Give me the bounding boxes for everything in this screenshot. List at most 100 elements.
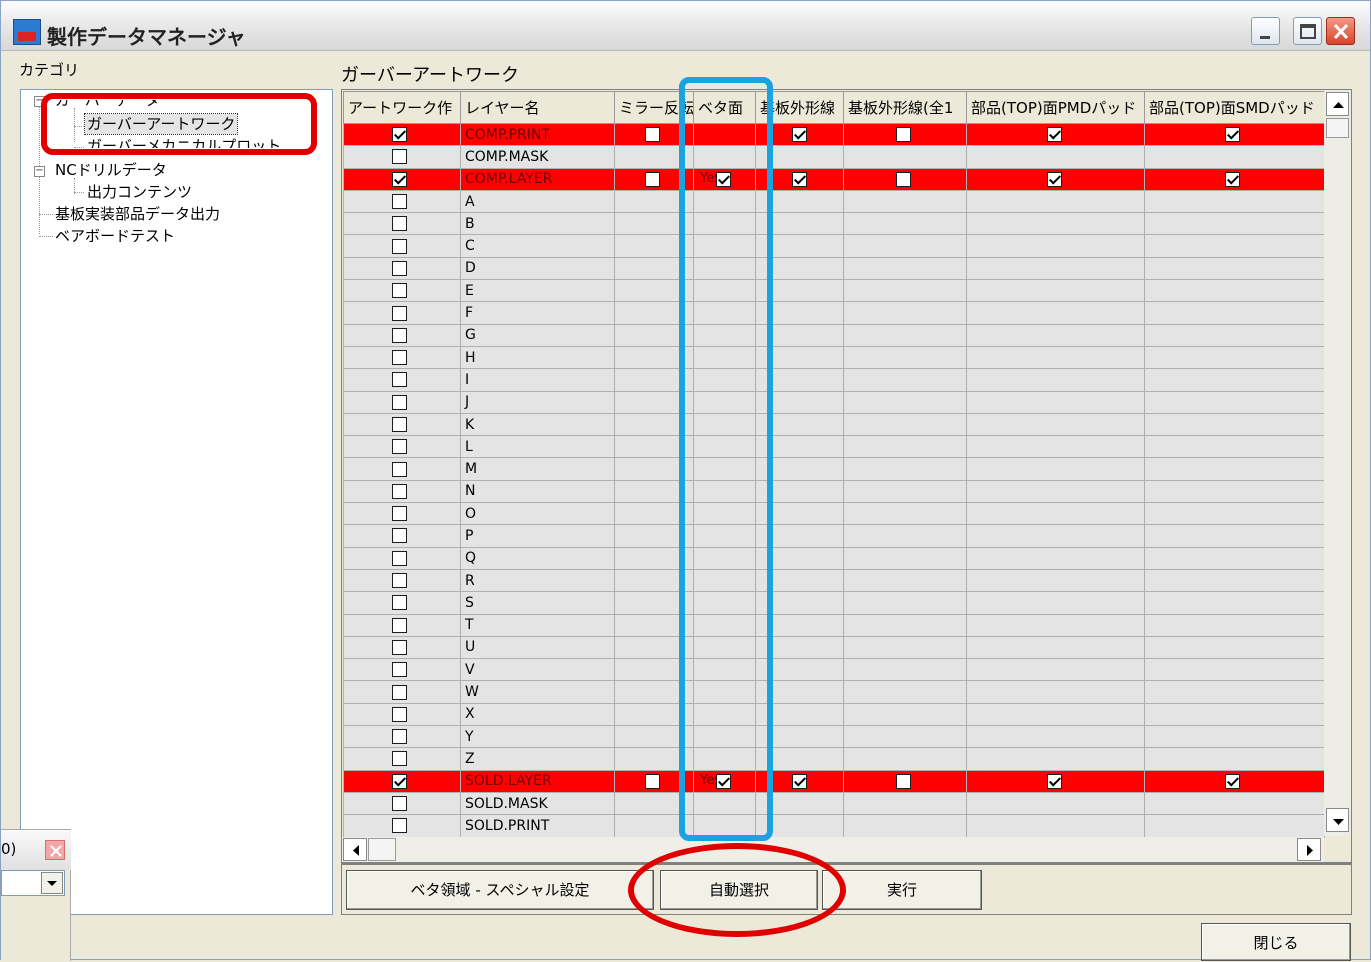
artwork-cell[interactable] [343,279,461,303]
checkbox[interactable] [716,171,731,187]
checkbox[interactable] [792,127,807,143]
artwork-cell[interactable] [343,747,461,771]
checkbox[interactable] [792,171,807,187]
outline-all-cell[interactable] [843,122,967,147]
tree-item-gerber-data[interactable]: ガーバーデータ [55,100,160,110]
artwork-cell[interactable] [343,479,461,504]
table-row[interactable]: Z [343,747,1325,771]
table-row[interactable]: G [343,323,1325,347]
column-header[interactable]: 部品(TOP)面SMDパッド [1144,91,1325,124]
table-row[interactable]: E [343,279,1325,303]
table-row[interactable]: T [343,613,1325,637]
collapse-icon[interactable]: − [34,166,45,177]
outline-all-cell[interactable] [843,769,967,793]
layer-grid[interactable]: アートワーク作 レイヤー名 ミラー反転 ベタ面 基板外形線 基板外形線(全1 部… [343,91,1325,838]
table-row[interactable]: W [343,680,1325,704]
table-row[interactable]: U [343,635,1325,660]
checkbox[interactable] [392,483,407,499]
artwork-cell[interactable] [343,791,461,816]
checkbox[interactable] [392,327,407,343]
table-row[interactable]: O [343,502,1325,526]
scroll-up-button[interactable] [1326,92,1349,116]
column-header[interactable]: ミラー反転 [614,91,694,124]
checkbox[interactable] [1225,773,1240,789]
column-header[interactable]: ベタ面 [693,91,756,124]
checkbox[interactable] [392,149,407,165]
beta-cell[interactable]: Yes [693,167,756,191]
top-pmd-pad-cell[interactable] [966,122,1145,147]
scroll-right-button[interactable] [1297,838,1321,861]
scroll-thumb[interactable] [368,838,396,861]
table-row[interactable]: F [343,301,1325,325]
artwork-cell[interactable] [343,680,461,704]
checkbox[interactable] [896,773,911,789]
table-row[interactable]: L [343,435,1325,459]
table-row[interactable]: V [343,658,1325,682]
checkbox[interactable] [392,550,407,566]
artwork-cell[interactable] [343,725,461,749]
checkbox[interactable] [645,127,660,143]
checkbox[interactable] [392,573,407,589]
artwork-cell[interactable] [343,524,461,548]
table-row[interactable]: COMP.MASK [343,145,1325,169]
table-row[interactable]: SOLD.LAYER Yes [343,769,1325,793]
checkbox[interactable] [392,260,407,276]
tree-item-gerber-mechanical-plot[interactable]: ガーバーメカニカルプロット [87,136,281,148]
outline-all-cell[interactable] [843,167,967,191]
vertical-scrollbar[interactable] [1324,90,1351,836]
maximize-button[interactable] [1293,17,1322,45]
artwork-cell[interactable] [343,457,461,481]
outline-cell[interactable] [755,769,844,793]
artwork-cell[interactable] [343,435,461,459]
tree-item-board-assembly-data[interactable]: 基板実装部品データ出力 [55,204,220,224]
tree-item-nc-drill[interactable]: NCドリルデータ [55,160,167,180]
artwork-cell[interactable] [343,658,461,682]
checkbox[interactable] [645,773,660,789]
checkbox[interactable] [392,662,407,678]
artwork-cell[interactable] [343,546,461,570]
checkbox[interactable] [1225,127,1240,143]
collapse-icon[interactable]: − [34,96,45,107]
checkbox[interactable] [1047,127,1062,143]
table-row[interactable]: D [343,256,1325,281]
table-row[interactable]: SOLD.PRINT [343,814,1325,838]
close-button[interactable]: 閉じる [1201,923,1351,961]
artwork-cell[interactable] [343,256,461,281]
table-row[interactable]: X [343,702,1325,727]
table-row[interactable]: C [343,234,1325,258]
artwork-cell[interactable] [343,301,461,325]
checkbox[interactable] [716,773,731,789]
checkbox[interactable] [392,350,407,366]
beta-cell[interactable] [693,122,756,147]
checkbox[interactable] [392,305,407,321]
checkbox[interactable] [392,171,407,187]
execute-button[interactable]: 実行 [822,870,982,910]
checkbox[interactable] [392,773,407,789]
artwork-cell[interactable] [343,368,461,392]
table-row[interactable]: SOLD.MASK [343,791,1325,816]
mirror-cell[interactable] [614,167,694,191]
table-row[interactable]: Y [343,725,1325,749]
checkbox[interactable] [392,461,407,477]
scroll-left-button[interactable] [343,838,367,861]
artwork-cell[interactable] [343,345,461,370]
scroll-thumb[interactable] [1326,118,1349,138]
table-row[interactable]: P [343,524,1325,548]
table-row[interactable]: Q [343,546,1325,570]
checkbox[interactable] [392,818,407,834]
checkbox[interactable] [1225,171,1240,187]
table-row[interactable]: M [343,457,1325,481]
tree-item-gerber-artwork[interactable]: ガーバーアートワーク [83,113,239,135]
artwork-cell[interactable] [343,502,461,526]
artwork-cell[interactable] [343,814,461,838]
artwork-cell[interactable] [343,145,461,169]
checkbox[interactable] [896,171,911,187]
checkbox[interactable] [392,796,407,812]
horizontal-scrollbar[interactable] [342,837,1324,862]
table-row[interactable]: COMP.PRINT [343,122,1325,147]
table-row[interactable]: K [343,412,1325,437]
column-header[interactable]: アートワーク作 [343,91,461,124]
checkbox[interactable] [896,127,911,143]
table-row[interactable]: J [343,390,1325,414]
outline-cell[interactable] [755,167,844,191]
